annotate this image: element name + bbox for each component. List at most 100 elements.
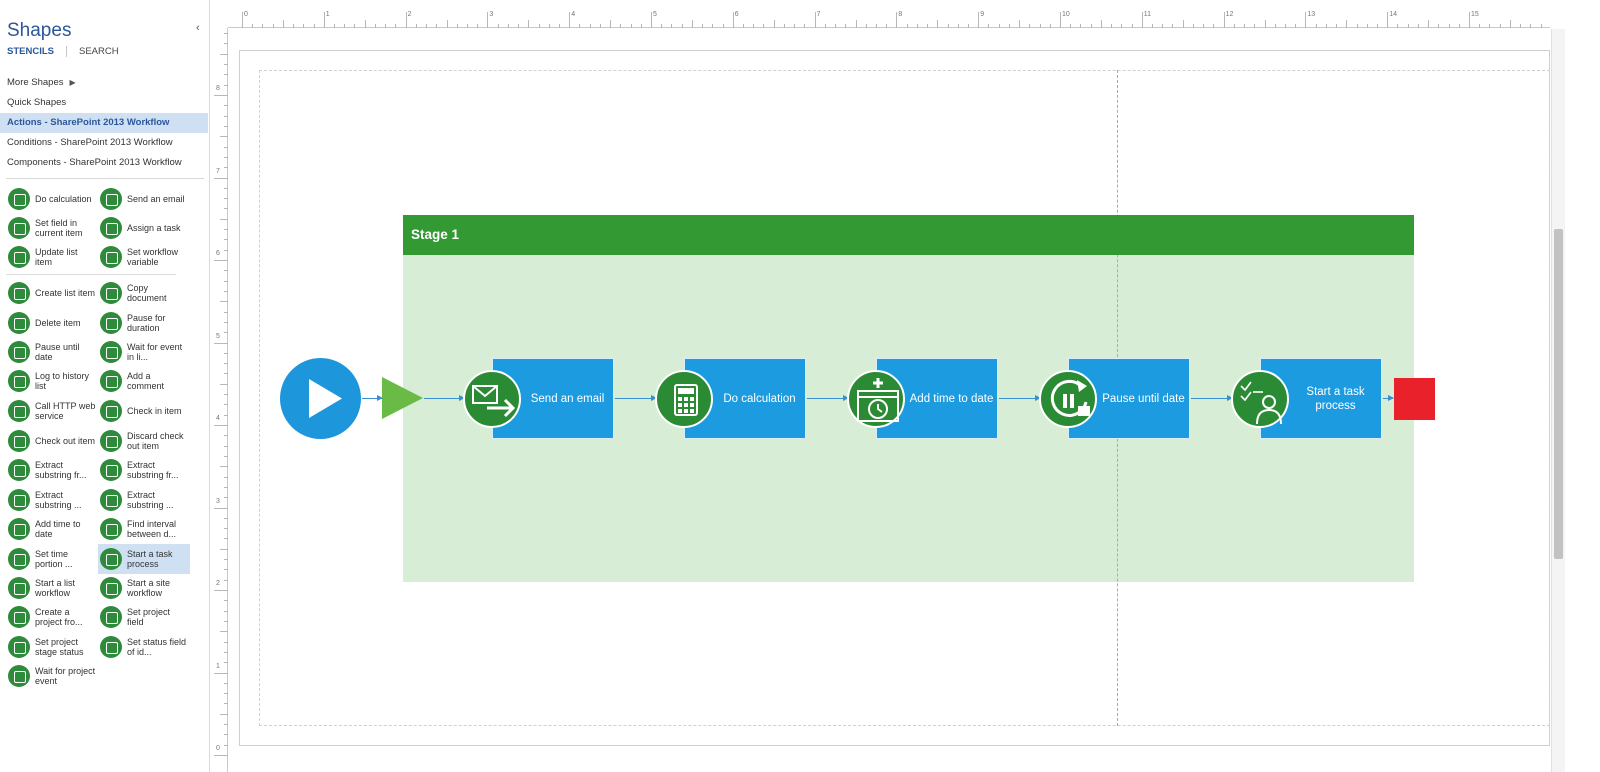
ruler-label: 4 <box>571 11 576 18</box>
project-field-icon <box>100 606 122 628</box>
shape-item[interactable]: Call HTTP web service <box>6 396 98 426</box>
connector[interactable] <box>1383 395 1394 401</box>
ruler-tick <box>224 198 228 200</box>
shape-label: Send an email <box>127 193 185 204</box>
shape-item[interactable]: Start a task process <box>98 544 190 574</box>
shape-item[interactable]: Update list item <box>6 242 98 272</box>
shape-label: Extract substring fr... <box>35 459 87 481</box>
stage-header[interactable]: Stage 1 <box>403 215 1414 255</box>
shape-label: Add a comment <box>127 370 165 392</box>
shape-item[interactable]: Create list item <box>6 278 98 308</box>
ruler-tick <box>224 280 228 282</box>
ruler-label: 12 <box>1225 11 1234 18</box>
stencil-more-shapes[interactable]: More Shapes ▶ <box>0 73 208 93</box>
shape-item[interactable]: Set workflow variable <box>98 242 190 272</box>
shape-item[interactable]: Add a comment <box>98 366 190 396</box>
ruler-tick <box>385 24 387 28</box>
shape-item[interactable]: Wait for event in li... <box>98 337 190 367</box>
ruler-tick <box>364 20 366 28</box>
ruler-label: 10 <box>1062 11 1070 18</box>
pause-duration-icon <box>100 312 122 334</box>
scrollbar-thumb[interactable] <box>1554 229 1563 559</box>
shape-item[interactable]: Set status field of id... <box>98 632 190 662</box>
shape-item[interactable]: Extract substring ... <box>98 485 190 515</box>
connector[interactable] <box>1191 395 1233 401</box>
shape-group-divider <box>6 274 176 275</box>
ruler-tick <box>220 548 228 550</box>
shape-item[interactable]: Pause until date <box>6 337 98 367</box>
shape-item[interactable]: Extract substring fr... <box>98 455 190 485</box>
connector[interactable] <box>807 395 849 401</box>
vertical-scrollbar[interactable] <box>1551 29 1565 772</box>
action-send-an-email[interactable]: Send an email <box>463 358 616 439</box>
shape-item[interactable]: Send an email <box>98 184 190 214</box>
connector[interactable] <box>615 395 657 401</box>
shape-item[interactable]: Set time portion ... <box>6 544 98 574</box>
extract-substring-icon <box>100 489 122 511</box>
stencil-conditions-sp2013[interactable]: Conditions - SharePoint 2013 Workflow <box>0 133 208 153</box>
ruler-tick <box>224 229 228 231</box>
ruler-tick <box>224 125 228 127</box>
ruler-tick <box>610 20 612 28</box>
shape-item[interactable]: Delete item <box>6 308 98 338</box>
shape-item[interactable]: Set project field <box>98 602 190 632</box>
vertical-ruler[interactable]: 8 7 6 5 4 3 2 1 0 <box>212 28 228 772</box>
connector[interactable] <box>999 395 1041 401</box>
shape-item[interactable]: Set field in current item <box>6 213 98 243</box>
ruler-tick <box>1223 12 1225 28</box>
tab-search[interactable]: SEARCH <box>79 46 119 57</box>
shape-item[interactable]: Check out item <box>6 426 98 456</box>
shape-item[interactable]: Set project stage status <box>6 632 98 662</box>
shape-item[interactable]: Assign a task <box>98 213 190 243</box>
ruler-tick <box>722 24 724 28</box>
ruler-tick <box>220 301 228 303</box>
action-pause-until-date[interactable]: Pause until date <box>1039 358 1192 439</box>
shape-item[interactable]: Extract substring ... <box>6 485 98 515</box>
shape-item[interactable]: Log to history list <box>6 366 98 396</box>
workflow-end-shape[interactable] <box>1394 378 1435 420</box>
ruler-tick <box>1315 24 1317 28</box>
stencil-quick-shapes[interactable]: Quick Shapes <box>0 93 208 113</box>
ruler-tick <box>323 12 325 28</box>
stage-entry-shape[interactable] <box>382 377 424 424</box>
globe-icon <box>8 400 30 422</box>
tab-stencils[interactable]: STENCILS <box>7 46 54 57</box>
shape-item[interactable]: Wait for project event <box>6 661 98 691</box>
shape-item[interactable]: Pause for duration <box>98 308 190 338</box>
ruler-tick <box>224 682 228 684</box>
ruler-tick <box>224 445 228 447</box>
action-add-time-to-date[interactable]: Add time to date <box>847 358 1000 439</box>
shape-item[interactable]: Discard check out item <box>98 426 190 456</box>
ruler-tick <box>477 24 479 28</box>
ruler-tick <box>224 33 228 35</box>
shape-item[interactable]: Start a list workflow <box>6 573 98 603</box>
horizontal-ruler[interactable]: 0 1 2 3 4 5 6 7 8 9 10 11 12 13 14 15 <box>228 8 1550 28</box>
shape-item[interactable]: Add time to date <box>6 514 98 544</box>
action-do-calculation[interactable]: Do calculation <box>655 358 808 439</box>
shape-item[interactable]: Create a project fro... <box>6 602 98 632</box>
stencil-components-sp2013[interactable]: Components - SharePoint 2013 Workflow <box>0 153 208 173</box>
action-start-a-task-process[interactable]: Start a task process <box>1231 358 1384 439</box>
project-event-icon <box>8 665 30 687</box>
shape-item[interactable]: Do calculation <box>6 184 98 214</box>
shape-label: Assign a task <box>127 222 181 233</box>
connector[interactable] <box>362 395 383 401</box>
ruler-tick <box>334 24 336 28</box>
shape-item[interactable]: Extract substring fr... <box>6 455 98 485</box>
ruler-tick <box>558 24 560 28</box>
collapse-pane-button[interactable]: ‹ <box>196 22 200 34</box>
ruler-tick <box>1254 24 1256 28</box>
shape-item[interactable]: Check in item <box>98 396 190 426</box>
play-icon <box>309 379 342 418</box>
connector[interactable] <box>424 395 465 401</box>
ruler-label: 11 <box>1143 11 1152 18</box>
stencil-actions-sp2013[interactable]: Actions - SharePoint 2013 Workflow <box>0 113 208 133</box>
shape-item[interactable]: Copy document <box>98 278 190 308</box>
ruler-tick <box>354 24 356 28</box>
workflow-start-shape[interactable] <box>280 358 361 439</box>
shape-item[interactable]: Start a site workflow <box>98 573 190 603</box>
shape-item[interactable]: Find interval between d... <box>98 514 190 544</box>
ruler-tick <box>224 373 228 375</box>
discard-check-out-icon <box>100 430 122 452</box>
shape-label: Start a list workflow <box>35 577 76 599</box>
